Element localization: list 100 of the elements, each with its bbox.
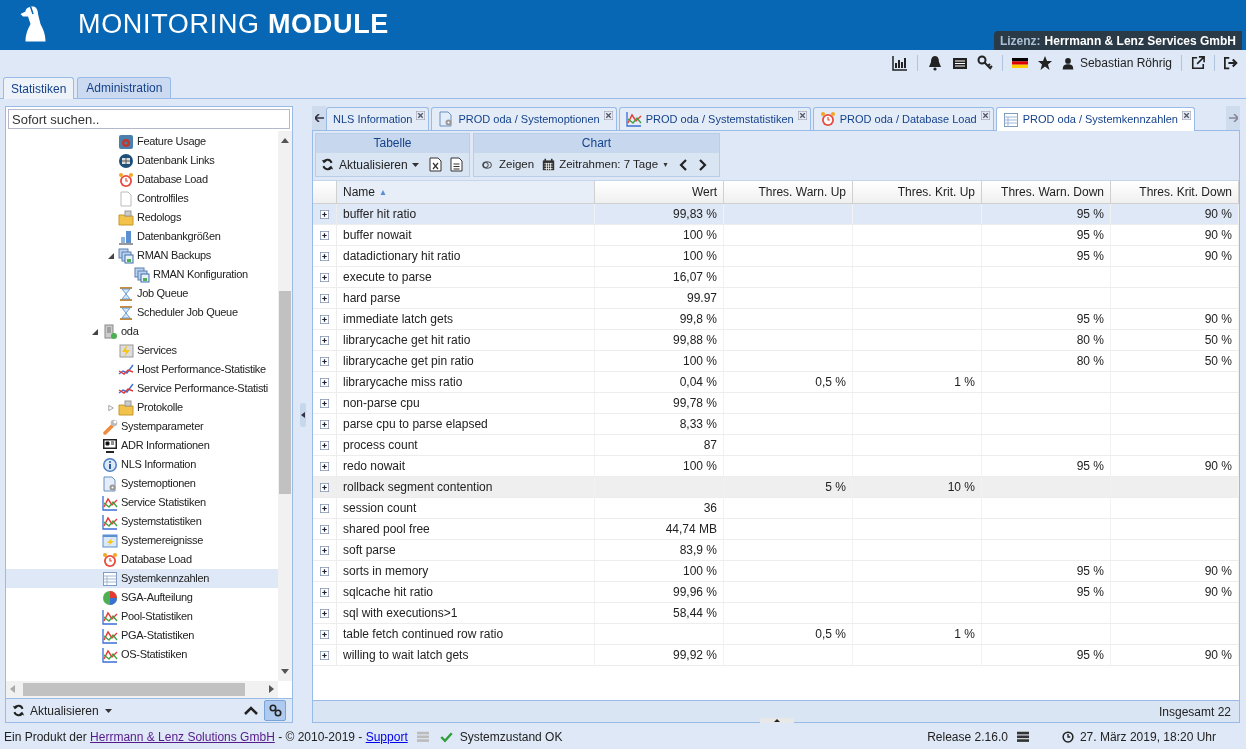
content-tab[interactable]: NLS Information xyxy=(326,107,430,130)
tree-item[interactable]: Job Queue xyxy=(6,284,278,303)
main-tab[interactable]: Statistiken xyxy=(3,77,75,99)
tree-item[interactable]: PGA-Statistiken xyxy=(6,626,278,645)
table-row[interactable]: datadictionary hit ratio 100 % 95 % 90 % xyxy=(313,246,1239,267)
expand-row-icon[interactable] xyxy=(320,335,329,345)
logout-icon[interactable] xyxy=(1224,56,1238,70)
column-header[interactable]: Thres. Krit. Down xyxy=(1111,181,1239,203)
excel-export-icon[interactable] xyxy=(428,157,442,172)
expand-row-icon[interactable] xyxy=(320,419,329,429)
column-header[interactable]: Thres. Warn. Up xyxy=(724,181,853,203)
expand-row-icon[interactable] xyxy=(320,209,329,219)
expand-row-icon[interactable] xyxy=(320,377,329,387)
flag-icon[interactable] xyxy=(1011,55,1028,71)
expand-toggle-icon[interactable] xyxy=(108,403,114,412)
table-row[interactable]: execute to parse 16,07 % xyxy=(313,267,1239,288)
tree-item[interactable]: NLS Information xyxy=(6,455,278,474)
table-row[interactable]: librarycache miss ratio 0,04 % 0,5 % 1 % xyxy=(313,372,1239,393)
expand-row-icon[interactable] xyxy=(320,524,329,534)
main-tab[interactable]: Administration xyxy=(77,77,172,98)
expand-row-icon[interactable] xyxy=(320,650,329,660)
expand-row-icon[interactable] xyxy=(320,440,329,450)
collapse-handle[interactable] xyxy=(299,402,306,427)
tree-item[interactable]: Systemstatistiken xyxy=(6,512,278,531)
tree-item[interactable]: Service Statistiken xyxy=(6,493,278,512)
card-icon[interactable] xyxy=(951,55,968,71)
table-row[interactable]: librarycache get pin ratio 100 % 80 % 50 % xyxy=(313,351,1239,372)
user-menu[interactable]: Sebastian Röhrig xyxy=(1061,54,1172,72)
tree-item[interactable]: Feature Usage xyxy=(6,132,278,151)
expand-row-icon[interactable] xyxy=(320,482,329,492)
expand-row-icon[interactable] xyxy=(320,608,329,618)
link-toggle-button[interactable] xyxy=(264,700,286,721)
show-chart-toggle[interactable]: Zeigen xyxy=(479,155,535,174)
expand-row-icon[interactable] xyxy=(320,461,329,471)
table-row[interactable]: sorts in memory 100 % 95 % 90 % xyxy=(313,561,1239,582)
support-link[interactable]: Support xyxy=(365,729,408,744)
tree-item[interactable]: Controlfiles xyxy=(6,189,278,208)
next-icon[interactable] xyxy=(699,158,708,171)
tree-item[interactable]: Scheduler Job Queue xyxy=(6,303,278,322)
tree-item[interactable]: SGA-Aufteilung xyxy=(6,588,278,607)
scroll-up-icon[interactable] xyxy=(281,138,289,143)
tree-item[interactable]: Datenbankgrößen xyxy=(6,227,278,246)
expand-row-icon[interactable] xyxy=(320,398,329,408)
tree-item[interactable]: oda xyxy=(6,322,278,341)
content-tab[interactable]: PROD oda / Systemkennzahlen xyxy=(995,107,1195,131)
content-tab[interactable]: PROD oda / Systemstatistiken xyxy=(618,107,811,130)
timeframe-button[interactable]: Zeitrahmen: 7 Tage xyxy=(542,155,670,174)
column-header[interactable]: Thres. Warn. Down xyxy=(982,181,1111,203)
expand-row-icon[interactable] xyxy=(320,629,329,639)
bell-icon[interactable] xyxy=(926,55,943,71)
expand-row-icon[interactable] xyxy=(320,251,329,261)
tree-item[interactable]: RMAN Konfiguration xyxy=(6,265,278,284)
scroll-down-icon[interactable] xyxy=(281,669,289,674)
tree-item[interactable]: Database Load xyxy=(6,170,278,189)
table-row[interactable]: parse cpu to parse elapsed 8,33 % xyxy=(313,414,1239,435)
expand-row-icon[interactable] xyxy=(320,587,329,597)
table-row[interactable]: process count 87 xyxy=(313,435,1239,456)
expand-row-icon[interactable] xyxy=(320,272,329,282)
caret-icon[interactable] xyxy=(104,708,112,713)
tree-item[interactable]: Service Performance-Statisti xyxy=(6,379,278,398)
table-row[interactable]: sqlcache hit ratio 99,96 % 95 % 90 % xyxy=(313,582,1239,603)
scroll-right-icon[interactable] xyxy=(269,685,274,693)
external-link-icon[interactable] xyxy=(1191,56,1205,70)
column-header[interactable]: Thres. Krit. Up xyxy=(853,181,982,203)
table-row[interactable]: sql with executions>1 58,44 % xyxy=(313,603,1239,624)
tree-item[interactable]: Pool-Statistiken xyxy=(6,607,278,626)
table-row[interactable]: soft parse 83,9 % xyxy=(313,540,1239,561)
tree-item[interactable]: Services xyxy=(6,341,278,360)
tree-item[interactable]: Protokolle xyxy=(6,398,278,417)
tree-item[interactable]: Database Load xyxy=(6,550,278,569)
horizontal-scrollbar[interactable] xyxy=(6,681,278,698)
chart-icon[interactable] xyxy=(891,55,908,71)
table-row[interactable]: non-parse cpu 99,78 % xyxy=(313,393,1239,414)
expand-row-icon[interactable] xyxy=(320,545,329,555)
expand-handle[interactable] xyxy=(760,718,794,723)
close-icon[interactable] xyxy=(1182,111,1191,120)
close-icon[interactable] xyxy=(603,111,613,120)
tree-item[interactable]: Redologs xyxy=(6,208,278,227)
close-icon[interactable] xyxy=(416,111,426,120)
expand-row-icon[interactable] xyxy=(320,314,329,324)
table-row[interactable]: immediate latch gets 99,8 % 95 % 90 % xyxy=(313,309,1239,330)
table-row[interactable]: buffer nowait 100 % 95 % 90 % xyxy=(313,225,1239,246)
document-export-icon[interactable] xyxy=(449,157,463,172)
table-row[interactable]: buffer hit ratio 99,83 % 95 % 90 % xyxy=(313,204,1239,225)
expand-row-icon[interactable] xyxy=(320,293,329,303)
search-field[interactable]: Sofort suchen.. xyxy=(8,109,290,129)
table-row[interactable]: willing to wait latch gets 99,92 % 95 % 90 % xyxy=(313,645,1239,666)
column-header[interactable]: Wert xyxy=(595,181,724,203)
star-icon[interactable] xyxy=(1036,55,1053,71)
tree-item[interactable]: RMAN Backups xyxy=(6,246,278,265)
tree-item[interactable]: Systemoptionen xyxy=(6,474,278,493)
previous-icon[interactable] xyxy=(679,158,688,171)
company-link[interactable]: Herrmann & Lenz Solutions GmbH xyxy=(90,729,275,744)
caret-icon[interactable] xyxy=(411,162,419,167)
table-row[interactable]: session count 36 xyxy=(313,498,1239,519)
vertical-scrollbar[interactable] xyxy=(278,131,292,681)
close-icon[interactable] xyxy=(797,111,807,120)
expand-row-icon[interactable] xyxy=(320,566,329,576)
close-icon[interactable] xyxy=(980,111,990,120)
tree-item[interactable]: ADR Informationen xyxy=(6,436,278,455)
